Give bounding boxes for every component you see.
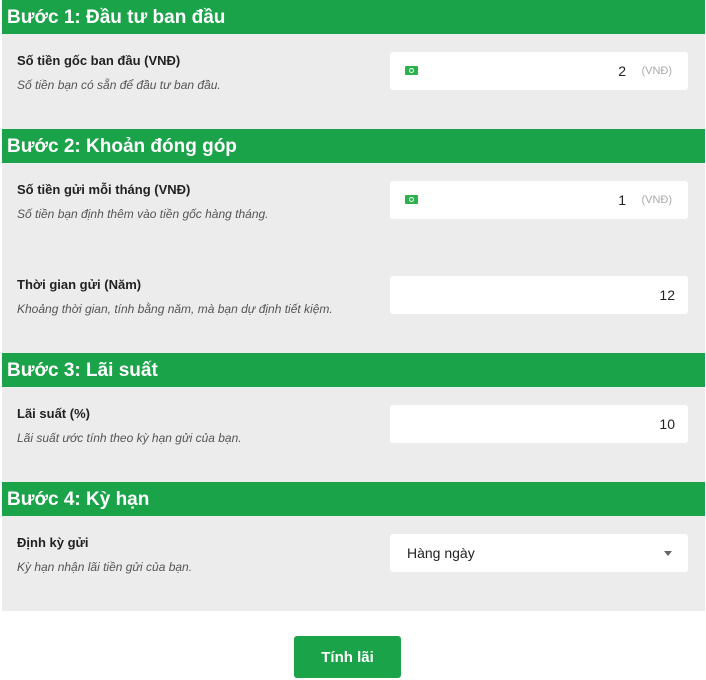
- step-2-header: Bước 2: Khoản đóng góp: [2, 129, 705, 163]
- interest-rate-input[interactable]: 10: [390, 405, 688, 443]
- deposit-period-label: Định kỳ gửi: [17, 535, 89, 550]
- money-icon: [405, 195, 418, 204]
- monthly-deposit-desc: Số tiền bạn định thêm vào tiền gốc hàng …: [17, 207, 269, 221]
- currency-unit: (VNĐ): [641, 65, 672, 77]
- calculator-form: Bước 1: Đầu tư ban đầu Số tiền gốc ban đ…: [2, 0, 705, 611]
- deposit-period-select[interactable]: Hàng ngày: [390, 534, 688, 572]
- money-icon: [405, 66, 418, 75]
- deposit-years-desc: Khoảng thời gian, tính bằng năm, mà bạn …: [17, 302, 333, 316]
- monthly-deposit-label: Số tiền gửi mỗi tháng (VNĐ): [17, 182, 191, 197]
- deposit-years-input[interactable]: 12: [390, 276, 688, 314]
- chevron-down-icon: [664, 551, 672, 556]
- step-4-header: Bước 4: Kỳ hạn: [2, 482, 705, 516]
- initial-amount-value: 2: [618, 63, 626, 79]
- interest-rate-label: Lãi suất (%): [17, 406, 90, 421]
- step-2-section: Số tiền gửi mỗi tháng (VNĐ) Số tiền bạn …: [2, 163, 705, 353]
- step-4-section: Định kỳ gửi Kỳ hạn nhận lãi tiền gửi của…: [2, 516, 705, 611]
- step-1-header: Bước 1: Đầu tư ban đầu: [2, 0, 705, 34]
- deposit-years-label: Thời gian gửi (Năm): [17, 277, 142, 292]
- deposit-years-value: 12: [659, 287, 675, 303]
- currency-unit: (VNĐ): [641, 194, 672, 206]
- initial-amount-desc: Số tiền bạn có sẵn để đầu tư ban đầu.: [17, 78, 221, 92]
- interest-rate-desc: Lãi suất ước tính theo kỳ hạn gửi của bạ…: [17, 431, 242, 445]
- monthly-deposit-value: 1: [618, 192, 626, 208]
- monthly-deposit-input[interactable]: 1 (VNĐ): [390, 181, 688, 219]
- calculate-button[interactable]: Tính lãi: [294, 636, 401, 678]
- step-3-section: Lãi suất (%) Lãi suất ước tính theo kỳ h…: [2, 387, 705, 482]
- step-1-section: Số tiền gốc ban đầu (VNĐ) Số tiền bạn có…: [2, 34, 705, 129]
- interest-rate-value: 10: [659, 416, 675, 432]
- step-3-header: Bước 3: Lãi suất: [2, 353, 705, 387]
- initial-amount-label: Số tiền gốc ban đầu (VNĐ): [17, 53, 181, 68]
- initial-amount-input[interactable]: 2 (VNĐ): [390, 52, 688, 90]
- deposit-period-selected: Hàng ngày: [407, 545, 475, 561]
- deposit-period-desc: Kỳ hạn nhận lãi tiền gửi của bạn.: [17, 560, 193, 574]
